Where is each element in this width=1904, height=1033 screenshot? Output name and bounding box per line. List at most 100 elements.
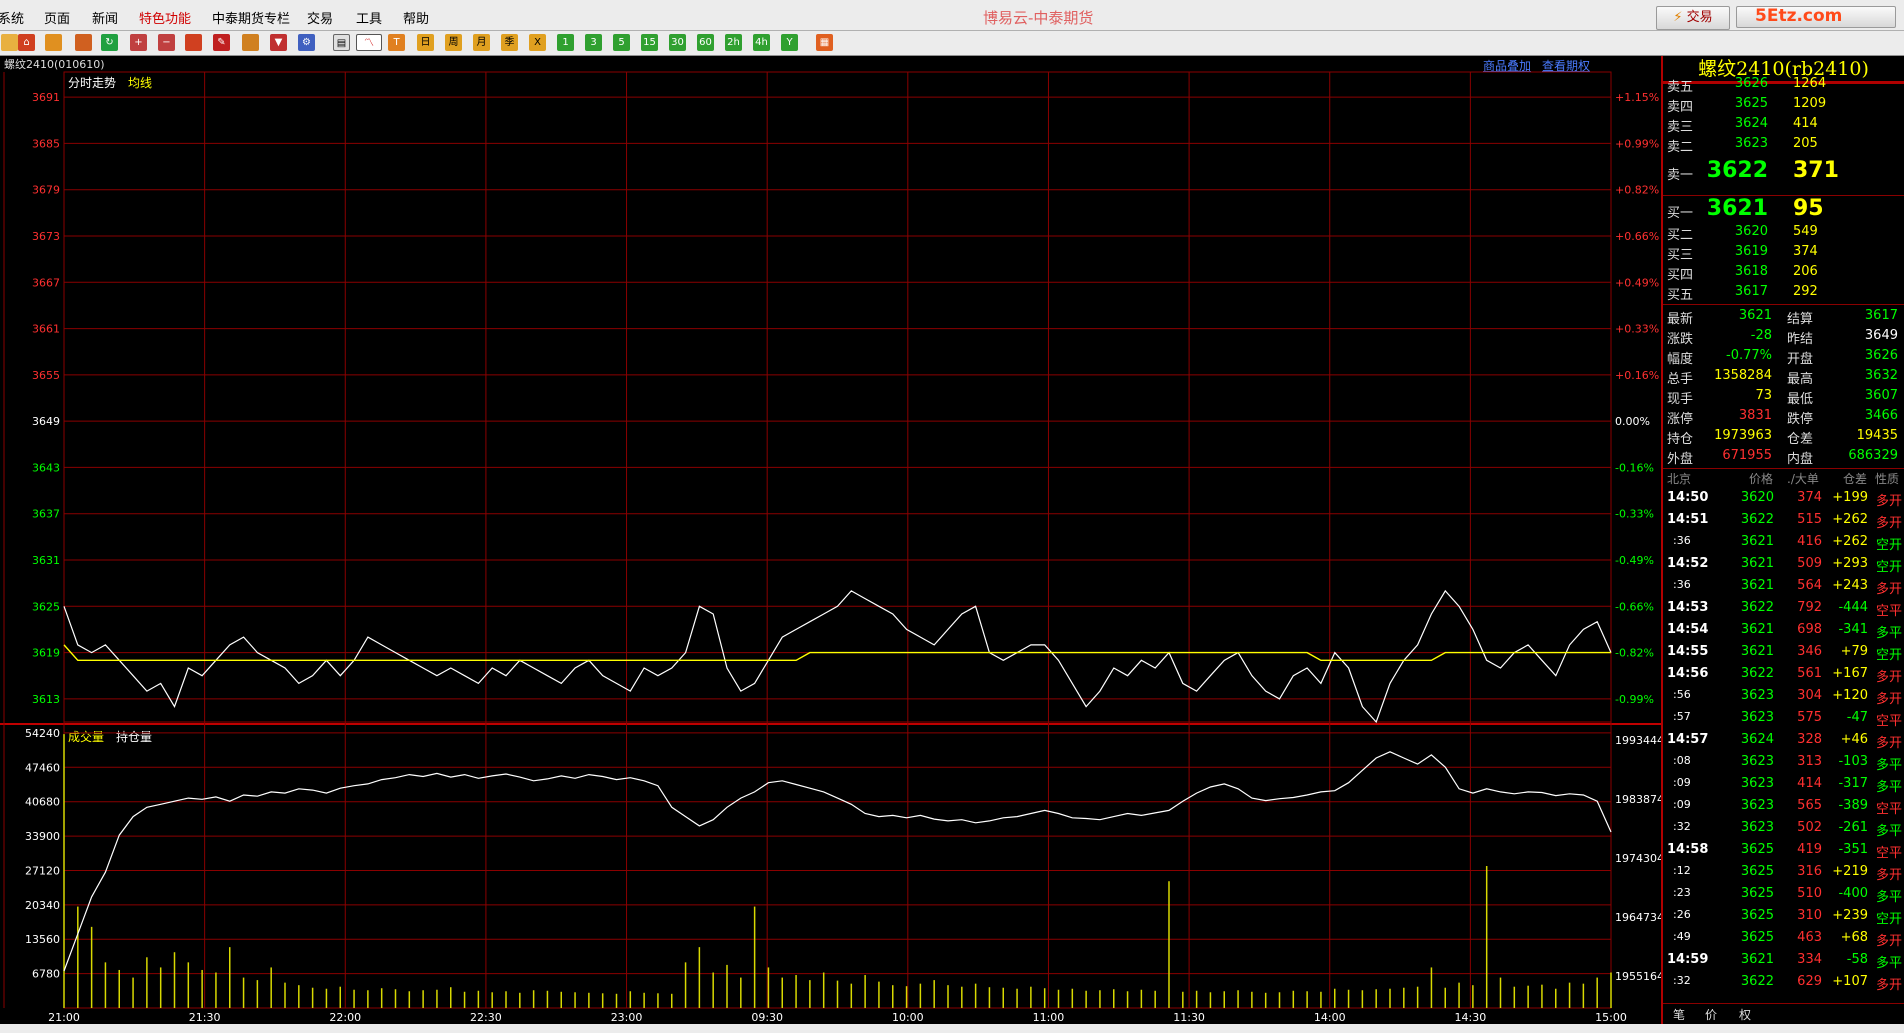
year-period-icon[interactable]: X [529, 34, 546, 51]
tick-row[interactable]: :57 3623 575 -47 空平 [1663, 710, 1904, 732]
tick-price: 3621 [1740, 534, 1774, 549]
tick-row[interactable]: :56 3623 304 +120 多开 [1663, 688, 1904, 710]
menu-page[interactable]: 页面 [44, 8, 70, 27]
menu-help[interactable]: 帮助 [403, 8, 429, 27]
intraday-chart-icon[interactable]: 〽 [356, 34, 382, 51]
menu-trade[interactable]: 交易 [307, 8, 333, 27]
tick-row[interactable]: :12 3625 316 +219 多开 [1663, 864, 1904, 886]
tick-price: 3623 [1740, 820, 1774, 835]
menu-news[interactable]: 新闻 [92, 8, 118, 27]
tick-row[interactable]: :09 3623 565 -389 空平 [1663, 798, 1904, 820]
tick-row[interactable]: 14:54 3621 698 -341 多平 [1663, 622, 1904, 644]
price-tick-label: 3661 [32, 323, 60, 336]
stat-label: 总手 [1667, 372, 1694, 387]
chart-area[interactable]: 螺纹2410(010610) 商品叠加 查看期权 分时走势 均线 成交量 持仓量… [0, 56, 1661, 1024]
ask-row[interactable]: 卖三 3624 414 [1663, 116, 1904, 136]
min15-icon[interactable]: 15 [641, 34, 658, 51]
tick-row[interactable]: :32 3622 629 +107 多开 [1663, 974, 1904, 996]
tab-rights[interactable]: 权 [1739, 1006, 1751, 1023]
trade-button[interactable]: ⚡ 交易 [1656, 6, 1730, 30]
day-period-icon[interactable]: 日 [417, 34, 434, 51]
tick-oi-change: +79 [1840, 644, 1868, 659]
ask-volume: 1264 [1793, 76, 1827, 91]
bid-row[interactable]: 买四 3618 206 [1663, 264, 1904, 284]
table-icon[interactable]: ▤ [333, 34, 350, 51]
stat-row: 现手 73 最低 3607 [1663, 388, 1904, 408]
tick-row[interactable]: :32 3623 502 -261 多平 [1663, 820, 1904, 842]
tab-ticks[interactable]: 笔 [1673, 1006, 1685, 1023]
tick-row[interactable]: 14:57 3624 328 +46 多开 [1663, 732, 1904, 754]
tick-row[interactable]: 14:52 3621 509 +293 空开 [1663, 556, 1904, 578]
refresh-icon[interactable]: ↻ [101, 34, 118, 51]
window-icon[interactable] [185, 34, 202, 51]
week-period-icon[interactable]: 周 [445, 34, 462, 51]
menu-tools[interactable]: 工具 [356, 8, 382, 27]
min60-icon[interactable]: 60 [697, 34, 714, 51]
tick-row[interactable]: 14:51 3622 515 +262 多开 [1663, 512, 1904, 534]
tick-time: 14:52 [1667, 556, 1709, 571]
min3-icon[interactable]: 3 [585, 34, 602, 51]
bid-row[interactable]: 买二 3620 549 [1663, 224, 1904, 244]
price-tick-label: 3613 [32, 693, 60, 706]
menu-features[interactable]: 特色功能 [139, 8, 191, 27]
tick-row[interactable]: :23 3625 510 -400 多平 [1663, 886, 1904, 908]
tick-price: 3625 [1740, 886, 1774, 901]
stat-label: 幅度 [1667, 352, 1694, 367]
book-icon[interactable] [45, 34, 62, 51]
percent-tick-label: +0.49% [1615, 276, 1659, 289]
tick-row[interactable]: 14:59 3621 334 -58 多平 [1663, 952, 1904, 974]
calculator-icon[interactable]: ▦ [816, 34, 833, 51]
hour4-icon[interactable]: 4h [753, 34, 770, 51]
season-period-icon[interactable]: 季 [501, 34, 518, 51]
tick-price: 3623 [1740, 798, 1774, 813]
price-tick-label: 3679 [32, 184, 60, 197]
tick-row[interactable]: :26 3625 310 +239 空开 [1663, 908, 1904, 930]
settings-icon[interactable]: ⚙ [298, 34, 315, 51]
ask-row[interactable]: 卖一 3622 371 [1663, 158, 1904, 188]
hour2-icon[interactable]: 2h [725, 34, 742, 51]
bid-row[interactable]: 买一 3621 95 [1663, 196, 1904, 226]
news-icon[interactable] [75, 34, 92, 51]
home-icon[interactable]: ⌂ [18, 34, 35, 51]
pen-icon[interactable]: ✎ [213, 34, 230, 51]
month-period-icon[interactable]: 月 [473, 34, 490, 51]
tick-type: 空开 [1875, 560, 1902, 575]
percent-tick-label: +0.99% [1615, 137, 1659, 150]
tick-row[interactable]: 14:55 3621 346 +79 空开 [1663, 644, 1904, 666]
tick-volume: 374 [1797, 490, 1822, 505]
percent-tick-label: +0.33% [1615, 323, 1659, 336]
tick-row[interactable]: :08 3623 313 -103 多平 [1663, 754, 1904, 776]
tick-row[interactable]: 14:53 3622 792 -444 空平 [1663, 600, 1904, 622]
custom-period-icon[interactable]: Y [781, 34, 798, 51]
ask-row[interactable]: 卖五 3626 1264 [1663, 76, 1904, 96]
tick-row[interactable]: :36 3621 564 +243 多开 [1663, 578, 1904, 600]
bid-row[interactable]: 买三 3619 374 [1663, 244, 1904, 264]
tick-price: 3625 [1740, 842, 1774, 857]
tick-row[interactable]: 14:58 3625 419 -351 空平 [1663, 842, 1904, 864]
info-button[interactable]: 5Etz.com [1736, 6, 1896, 28]
price-line [63, 589, 1612, 724]
filter-icon[interactable]: ▼ [270, 34, 287, 51]
tab-price[interactable]: 价 [1705, 1006, 1717, 1023]
min5-icon[interactable]: 5 [613, 34, 630, 51]
tick-icon[interactable]: T [388, 34, 405, 51]
min30-icon[interactable]: 30 [669, 34, 686, 51]
stat-value: 3632 [1864, 368, 1898, 383]
tick-row[interactable]: :09 3623 414 -317 多平 [1663, 776, 1904, 798]
tick-price: 3622 [1740, 666, 1774, 681]
tick-row[interactable]: :36 3621 416 +262 空开 [1663, 534, 1904, 556]
folder-icon[interactable] [1, 34, 18, 51]
tick-row[interactable]: 14:56 3622 561 +167 多开 [1663, 666, 1904, 688]
tick-row[interactable]: 14:50 3620 374 +199 多开 [1663, 490, 1904, 512]
menu-zhongtai-column[interactable]: 中泰期货专栏 [212, 8, 290, 27]
ask-row[interactable]: 卖二 3623 205 [1663, 136, 1904, 156]
menu-system[interactable]: 系统 [0, 8, 24, 27]
zoom-in-icon[interactable]: + [130, 34, 147, 51]
zoom-out-icon[interactable]: − [158, 34, 175, 51]
time-tick-label: 09:30 [751, 1011, 783, 1024]
tick-row[interactable]: :49 3625 463 +68 多开 [1663, 930, 1904, 952]
min1-icon[interactable]: 1 [557, 34, 574, 51]
alert-icon[interactable] [242, 34, 259, 51]
ask-row[interactable]: 卖四 3625 1209 [1663, 96, 1904, 116]
bid-row[interactable]: 买五 3617 292 [1663, 284, 1904, 304]
